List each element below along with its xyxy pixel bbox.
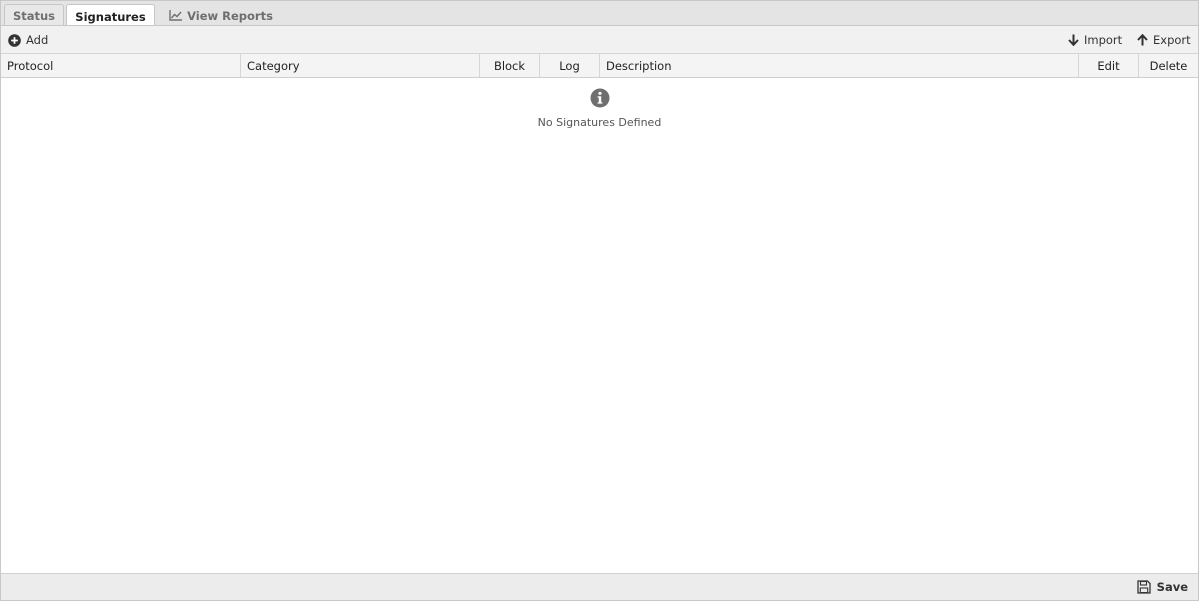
import-button[interactable]: Import xyxy=(1068,26,1122,54)
tab-view-reports[interactable]: View Reports xyxy=(163,4,279,27)
plus-circle-icon xyxy=(8,33,21,47)
column-protocol[interactable]: Protocol xyxy=(1,54,241,77)
grid-toolbar: Add Import Export xyxy=(1,26,1198,54)
column-log[interactable]: Log xyxy=(540,54,600,77)
tab-status-label: Status xyxy=(12,9,56,23)
tab-bar: Status Signatures View Reports xyxy=(0,0,1199,28)
column-edit[interactable]: Edit xyxy=(1079,54,1139,77)
column-category-label: Category xyxy=(247,58,300,73)
info-icon xyxy=(590,88,610,111)
column-category[interactable]: Category xyxy=(241,54,480,77)
column-protocol-label: Protocol xyxy=(7,58,54,73)
column-delete-label: Delete xyxy=(1149,58,1188,73)
column-description-label: Description xyxy=(606,58,672,73)
column-block-label: Block xyxy=(493,58,526,73)
line-chart-icon xyxy=(169,10,183,21)
column-log-label: Log xyxy=(559,58,580,73)
column-delete[interactable]: Delete xyxy=(1139,54,1198,77)
arrow-up-icon xyxy=(1137,34,1148,46)
column-block[interactable]: Block xyxy=(480,54,540,77)
tab-signatures-label: Signatures xyxy=(75,9,146,24)
app-frame: Status Signatures View Reports Add Impor… xyxy=(0,0,1199,601)
empty-state: No Signatures Defined xyxy=(1,88,1198,129)
export-button-label: Export xyxy=(1153,33,1191,47)
grid-header: Protocol Category Block Log Description … xyxy=(1,54,1198,78)
footer-bar: Save xyxy=(1,573,1198,600)
import-button-label: Import xyxy=(1084,33,1123,47)
tab-view-reports-label: View Reports xyxy=(187,8,273,23)
arrow-down-icon xyxy=(1068,34,1079,46)
save-button-label: Save xyxy=(1156,580,1188,594)
signatures-panel: Add Import Export Protocol Category Bloc… xyxy=(0,25,1199,601)
tab-status[interactable]: Status xyxy=(4,4,64,27)
save-button[interactable]: Save xyxy=(1137,574,1188,600)
add-button-label: Add xyxy=(26,33,49,47)
add-button[interactable]: Add xyxy=(8,26,48,54)
empty-message: No Signatures Defined xyxy=(537,116,662,129)
column-edit-label: Edit xyxy=(1097,58,1120,73)
column-description[interactable]: Description xyxy=(600,54,1079,77)
export-button[interactable]: Export xyxy=(1137,26,1191,54)
floppy-disk-icon xyxy=(1137,580,1151,594)
